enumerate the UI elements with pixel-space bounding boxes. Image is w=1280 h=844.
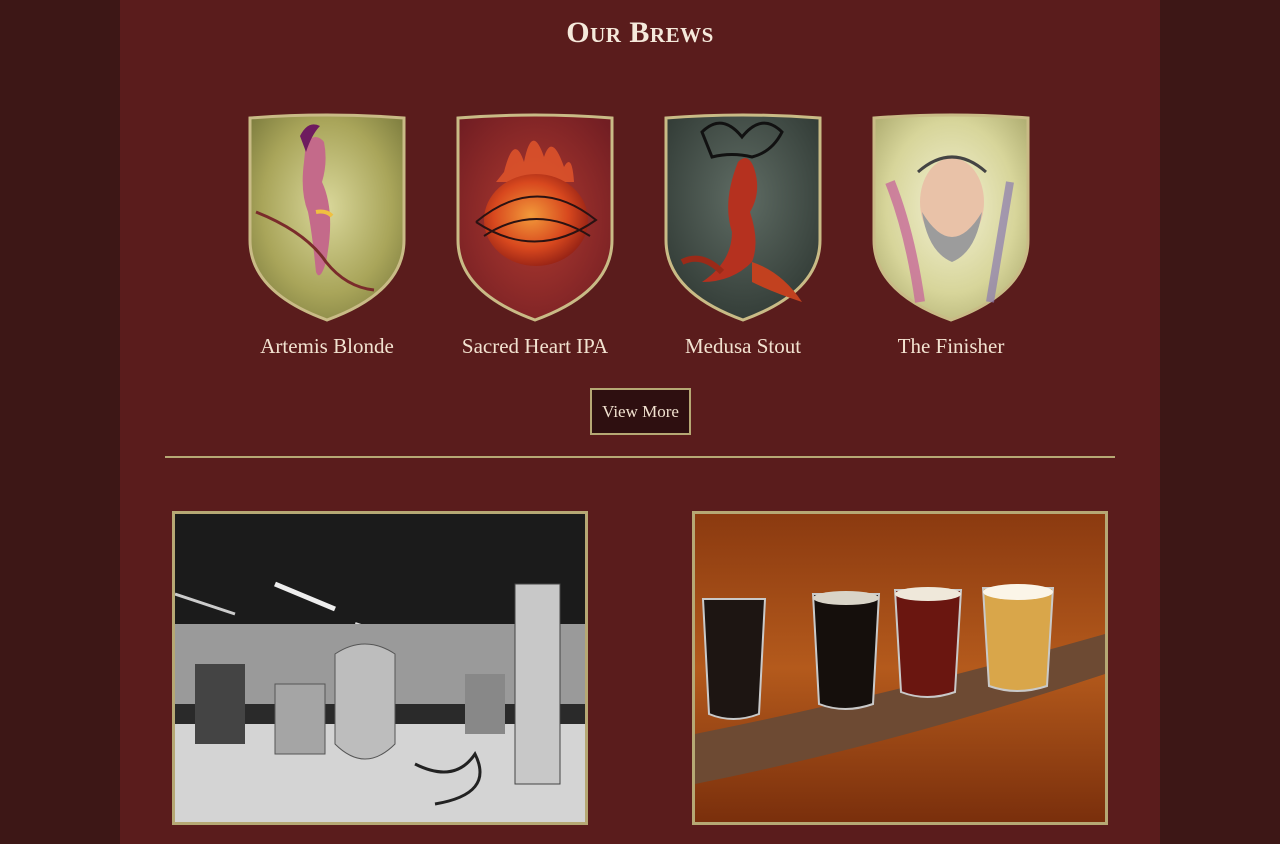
brew-item-medusa-stout[interactable]: Medusa Stout: [653, 112, 833, 362]
sacred-heart-shield-icon: [456, 113, 614, 322]
finisher-shield-icon: [872, 113, 1030, 322]
brew-item-sacred-heart-ipa[interactable]: Sacred Heart IPA: [445, 112, 625, 362]
brew-name: Sacred Heart IPA: [461, 334, 609, 358]
brew-name: The Finisher: [897, 334, 1005, 358]
main-content: Our Brews Artemis Blonde Sacred Heart IP…: [120, 0, 1160, 844]
brew-item-artemis-blonde[interactable]: Artemis Blonde: [237, 112, 417, 362]
beer-flight-photo: [692, 511, 1108, 825]
artemis-shield-icon: [248, 113, 406, 322]
brewery-interior-image: [175, 514, 585, 822]
brew-list: Artemis Blonde Sacred Heart IPA Medusa S…: [120, 112, 1160, 362]
section-divider: [165, 456, 1115, 458]
medusa-shield-icon: [664, 113, 822, 322]
brewery-interior-photo: [172, 511, 588, 825]
beer-flight-image: [695, 514, 1105, 822]
brew-name: Medusa Stout: [684, 334, 802, 358]
brew-name: Artemis Blonde: [260, 334, 394, 358]
brew-item-the-finisher[interactable]: The Finisher: [861, 112, 1041, 362]
section-title: Our Brews: [566, 16, 714, 49]
view-more-button[interactable]: View More: [590, 388, 691, 435]
